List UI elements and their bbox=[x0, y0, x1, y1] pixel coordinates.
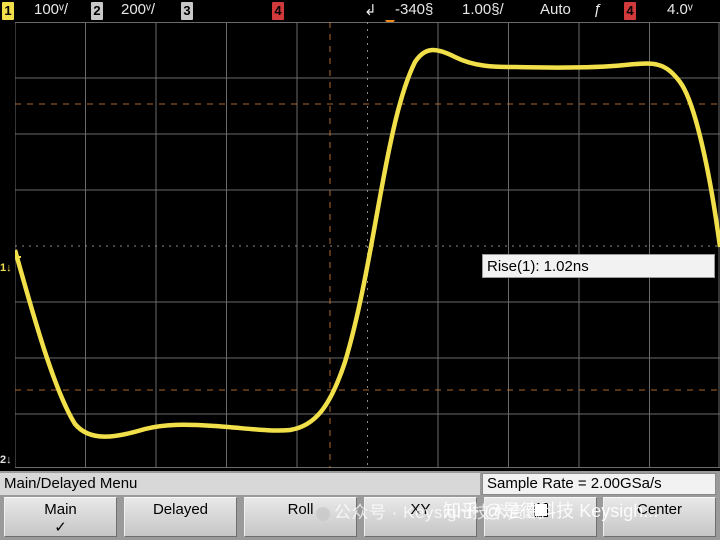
channel-1-offset-marker[interactable] bbox=[15, 256, 21, 258]
channel-1-badge[interactable]: 1 bbox=[2, 2, 14, 20]
trigger-position-icon: ↲ bbox=[364, 2, 377, 19]
waveform-display[interactable]: Rise(1): 1.02ns bbox=[15, 22, 720, 468]
graticule bbox=[15, 22, 720, 468]
trigger-mode: Auto bbox=[540, 1, 571, 18]
channel-2-ground-marker[interactable]: 2↓ bbox=[0, 454, 12, 466]
channel-2-badge[interactable]: 2 bbox=[91, 2, 103, 20]
time-delay: -340§ bbox=[395, 1, 434, 18]
rising-edge-icon: ƒ bbox=[593, 1, 602, 18]
channel-1-trace bbox=[15, 47, 720, 439]
softkey-delayed[interactable]: Delayed bbox=[124, 497, 237, 537]
channel-1-ground-marker[interactable]: 1↓ bbox=[0, 262, 12, 274]
trigger-source-badge: 4 bbox=[624, 2, 636, 20]
time-scale: 1.00§/ bbox=[462, 1, 504, 18]
watermark-zhihu: 知乎 @是德科技 Keysigh... bbox=[443, 501, 659, 521]
trigger-level: 4.0ᵛ bbox=[667, 1, 693, 18]
softkey-main-label: Main bbox=[44, 501, 77, 518]
menu-title: Main/Delayed Menu bbox=[0, 473, 480, 495]
status-bar: 1 100ᵛ/ 2 200ᵛ/ 3 4 ↲ -340§ 1.00§/ Auto … bbox=[0, 0, 720, 27]
channel-2-scale: 200ᵛ/ bbox=[121, 1, 156, 18]
checkmark-icon: ✓ bbox=[54, 519, 67, 536]
channel-1-scale: 100ᵛ/ bbox=[34, 1, 69, 18]
wechat-icon bbox=[316, 506, 330, 521]
sample-rate-readout: Sample Rate = 2.00GSa/s bbox=[482, 473, 716, 495]
softkey-main[interactable]: Main ✓ bbox=[4, 497, 117, 537]
channel-3-badge[interactable]: 3 bbox=[181, 2, 193, 20]
channel-4-badge[interactable]: 4 bbox=[272, 2, 284, 20]
rise-time-measurement: Rise(1): 1.02ns bbox=[482, 254, 715, 278]
softkey-delayed-label: Delayed bbox=[152, 501, 209, 518]
